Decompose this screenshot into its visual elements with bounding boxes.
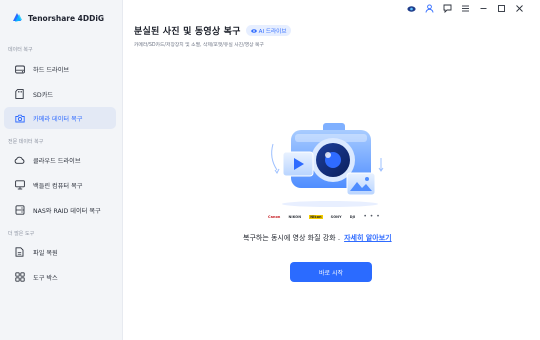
window-controls (407, 4, 524, 13)
sidebar-item-label: 클라우드 드라이브 (33, 157, 81, 165)
sidebar-item-label: 백들린 컴퓨터 복구 (33, 182, 83, 190)
sd-card-icon (14, 89, 25, 100)
brand-logo-nikon: Nikon (309, 214, 323, 219)
section-title-data-recovery: 데이터 복구 (8, 47, 33, 53)
eye-icon (250, 28, 257, 33)
sidebar-item-file-repair[interactable]: 파일 복원 (4, 241, 116, 263)
sidebar-item-label: NAS와 RAID 데이터 복구 (33, 207, 101, 215)
ai-drive-badge[interactable]: AI 드라이브 (245, 25, 292, 36)
sidebar: Tenorshare 4DDiG 데이터 복구 하드 드라이브 SD카드 카메라… (0, 0, 123, 340)
sidebar-item-sd-card[interactable]: SD카드 (4, 83, 116, 105)
sidebar-item-label: 하드 드라이브 (33, 66, 70, 74)
sidebar-item-label: 도구 박스 (33, 274, 58, 282)
brand-logo-sony: SONY (330, 214, 342, 219)
sidebar-item-label: 파일 복원 (33, 249, 58, 257)
feedback-icon[interactable] (443, 4, 452, 13)
sidebar-item-toolbox[interactable]: 도구 박스 (4, 266, 116, 288)
cloud-icon (14, 155, 25, 166)
brand-logo-nikon-black: NIKON (288, 214, 302, 219)
sidebar-item-hard-drive[interactable]: 하드 드라이브 (4, 58, 116, 80)
learn-more-link[interactable]: 자세히 알아보기 (344, 233, 392, 243)
app-brand: Tenorshare 4DDiG (10, 11, 104, 25)
sidebar-item-crashed-computer[interactable]: 백들린 컴퓨터 복구 (4, 174, 116, 196)
more-brands-icon[interactable]: • • • (363, 213, 380, 220)
close-icon[interactable] (515, 4, 524, 13)
sidebar-item-camera-recovery[interactable]: 카메라 데이터 복구 (4, 107, 116, 129)
maximize-icon[interactable] (497, 4, 506, 13)
page-title: 분실된 사진 및 동영상 복구 (134, 27, 241, 37)
camera-brands-row: Canon NIKON Nikon SONY DJI • • • (268, 213, 380, 220)
section-title-pro-recovery: 전문 데이터 복구 (8, 139, 44, 145)
vip-icon[interactable] (407, 4, 416, 13)
sidebar-item-label: SD카드 (33, 91, 54, 99)
brand-logo-dji: DJI (349, 214, 356, 219)
page-subtitle: 카메라/SD카드/저장장치 및 소멸, 삭제/포맷/유실 사진/영상 복구 (134, 43, 264, 48)
feature-tagline: 복구하는 동시에 영상 화질 강화 . 자세히 알아보기 (243, 233, 392, 243)
sidebar-item-cloud-drive[interactable]: 클라우드 드라이브 (4, 149, 116, 171)
menu-icon[interactable] (461, 4, 470, 13)
nas-icon (14, 205, 25, 216)
hard-drive-icon (14, 64, 25, 75)
camera-illustration (271, 123, 384, 207)
app-name: Tenorshare 4DDiG (28, 13, 105, 23)
minimize-icon[interactable] (479, 4, 488, 13)
toolbox-icon (14, 272, 25, 283)
computer-icon (14, 180, 25, 191)
brand-logo-canon: Canon (268, 214, 281, 219)
file-repair-icon (14, 247, 25, 258)
app-logo-icon (13, 13, 22, 22)
sidebar-item-nas-raid[interactable]: NAS와 RAID 데이터 복구 (4, 199, 116, 221)
camera-icon (14, 113, 25, 124)
start-button[interactable]: 바로 시작 (290, 262, 372, 282)
tagline-text: 복구하는 동시에 영상 화질 강화 . (243, 234, 341, 242)
section-title-more-tools: 더 많은 도구 (8, 231, 35, 237)
account-icon[interactable] (425, 4, 434, 13)
ai-badge-label: AI 드라이브 (258, 28, 287, 35)
page-header: 분실된 사진 및 동영상 복구 AI 드라이브 카메라/SD카드/저장장치 및 … (134, 24, 292, 48)
sidebar-item-label: 카메라 데이터 복구 (33, 115, 83, 123)
